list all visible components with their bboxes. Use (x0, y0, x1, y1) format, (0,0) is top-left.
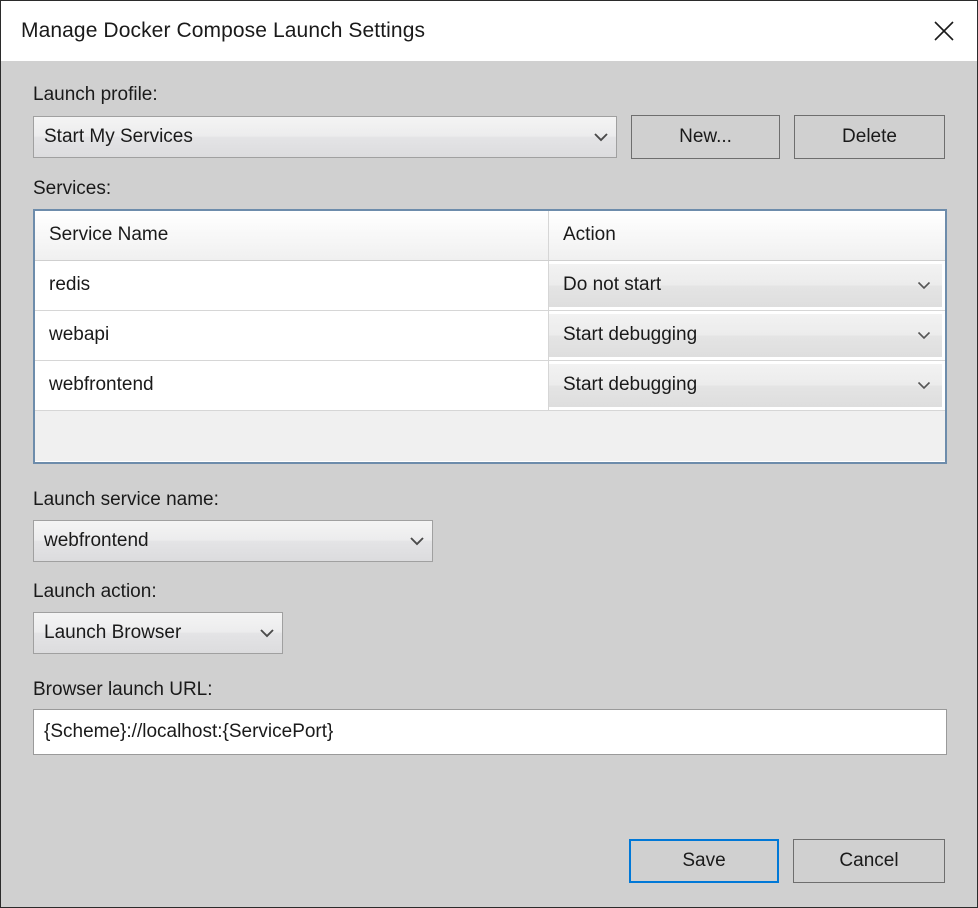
chevron-down-icon (906, 331, 942, 340)
launch-action-select[interactable]: Launch Browser (33, 611, 283, 654)
launch-action-value: Launch Browser (44, 621, 182, 643)
table-row[interactable]: redis Do not start (35, 260, 945, 311)
cancel-button[interactable]: Cancel (793, 839, 945, 883)
delete-profile-button[interactable]: Delete (794, 114, 945, 159)
chevron-down-icon (586, 132, 616, 142)
service-action-value: Do not start (563, 274, 662, 296)
close-icon (933, 20, 955, 42)
dialog-body: Launch profile: Start My Services New...… (1, 61, 977, 907)
table-row-empty (35, 410, 945, 461)
column-header-action[interactable]: Action (549, 211, 945, 260)
service-action-cell: Do not start (549, 260, 945, 310)
new-profile-button[interactable]: New... (631, 114, 781, 159)
service-name-cell: webfrontend (35, 360, 549, 410)
launch-action-label: Launch action: (33, 580, 157, 602)
title-bar: Manage Docker Compose Launch Settings (1, 1, 977, 61)
dialog-footer: Save Cancel (629, 839, 945, 883)
service-name-cell: redis (35, 260, 549, 310)
chevron-down-icon (906, 281, 942, 290)
service-action-cell: Start debugging (549, 360, 945, 410)
service-action-select[interactable]: Start debugging (549, 313, 942, 357)
services-label: Services: (33, 177, 112, 199)
save-button[interactable]: Save (629, 839, 779, 883)
chevron-down-icon (906, 381, 942, 390)
service-action-select[interactable]: Do not start (549, 263, 942, 307)
services-grid-header: Service Name Action (35, 210, 945, 261)
launch-service-name-label: Launch service name: (33, 488, 219, 510)
browser-launch-url-label: Browser launch URL: (33, 678, 213, 700)
service-name-cell: webapi (35, 310, 549, 360)
launch-profile-select[interactable]: Start My Services (33, 115, 618, 158)
browser-launch-url-input[interactable]: {Scheme}://localhost:{ServicePort} (33, 709, 947, 756)
close-button[interactable] (911, 2, 977, 61)
launch-service-name-select[interactable]: webfrontend (33, 519, 433, 562)
launch-service-name-value: webfrontend (44, 529, 149, 551)
dialog-title: Manage Docker Compose Launch Settings (21, 19, 426, 42)
table-row[interactable]: webapi Start debugging (35, 310, 945, 361)
service-action-select[interactable]: Start debugging (549, 363, 942, 407)
table-row[interactable]: webfrontend Start debugging (35, 360, 945, 411)
services-grid[interactable]: Service Name Action redis Do not start w… (33, 208, 947, 464)
launch-profile-row: Start My Services New... Delete (33, 114, 945, 159)
column-header-service-name[interactable]: Service Name (35, 210, 549, 260)
service-action-cell: Start debugging (549, 310, 945, 360)
chevron-down-icon (402, 536, 432, 546)
service-action-value: Start debugging (563, 324, 698, 346)
launch-profile-value: Start My Services (44, 125, 193, 147)
launch-profile-label: Launch profile: (33, 84, 158, 105)
manage-docker-compose-launch-settings-dialog: Manage Docker Compose Launch Settings La… (0, 0, 978, 908)
chevron-down-icon (252, 628, 282, 638)
service-action-value: Start debugging (563, 374, 698, 396)
